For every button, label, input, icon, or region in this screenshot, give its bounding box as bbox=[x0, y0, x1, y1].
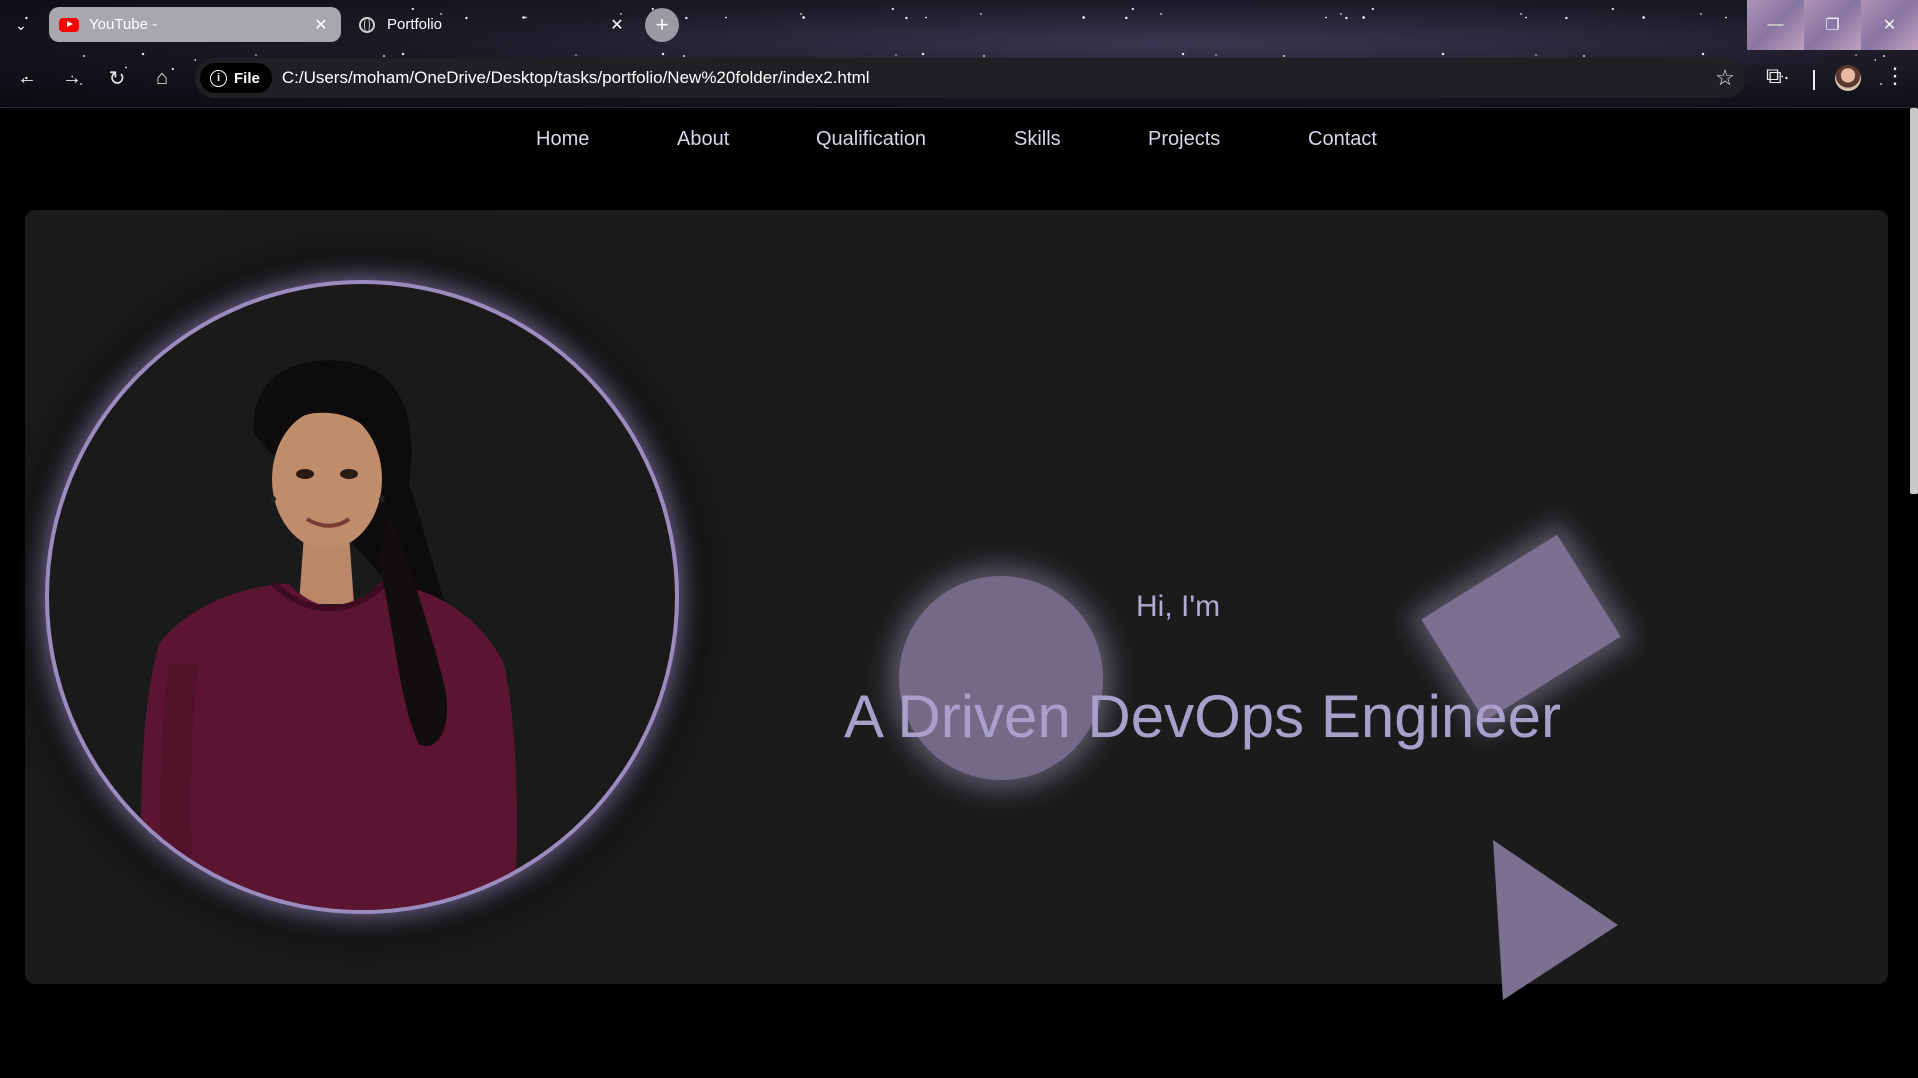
tab-search-button[interactable]: ⌄ bbox=[6, 10, 36, 40]
site-info-button[interactable]: i File bbox=[200, 63, 272, 93]
url-text[interactable]: C:/Users/moham/OneDrive/Desktop/tasks/po… bbox=[282, 68, 1705, 88]
reload-icon[interactable]: ↻ bbox=[100, 61, 134, 95]
window-controls: — ❐ ✕ bbox=[1747, 0, 1918, 50]
new-tab-button[interactable]: + bbox=[645, 8, 679, 42]
close-window-icon[interactable]: ✕ bbox=[1861, 0, 1918, 50]
toolbar-divider bbox=[1813, 70, 1815, 90]
profile-photo bbox=[49, 284, 675, 910]
page-scrollbar[interactable] bbox=[1910, 108, 1918, 494]
browser-chrome: ⌄ YouTube - ✕ Portfolio ✕ + — ❐ ✕ ← → ↻ … bbox=[0, 0, 1918, 108]
tab-label: YouTube - bbox=[89, 16, 158, 33]
tab-label: Portfolio bbox=[387, 16, 443, 33]
greeting-text: Hi, I'm bbox=[1136, 590, 1221, 623]
decorative-triangle bbox=[1493, 840, 1618, 1000]
portrait-illustration bbox=[141, 360, 517, 910]
nav-link-home[interactable]: Home bbox=[536, 128, 589, 151]
chevron-down-icon: ⌄ bbox=[15, 16, 27, 33]
forward-arrow-icon[interactable]: → bbox=[55, 61, 89, 95]
close-icon[interactable]: ✕ bbox=[607, 15, 627, 35]
hero-section: Hi, I'm A Driven DevOps Engineer bbox=[25, 210, 1888, 1000]
minimize-icon[interactable]: — bbox=[1747, 0, 1804, 50]
page-viewport: Home About Qualification Skills Projects… bbox=[0, 108, 1918, 1078]
globe-icon bbox=[359, 16, 375, 33]
nav-link-projects[interactable]: Projects bbox=[1148, 128, 1220, 151]
nav-link-about[interactable]: About bbox=[677, 128, 729, 151]
info-icon: i bbox=[210, 69, 227, 87]
back-arrow-icon[interactable]: ← bbox=[10, 61, 44, 95]
address-chip-label: File bbox=[234, 69, 260, 87]
browser-toolbar: ← → ↻ ⌂ i File C:/Users/moham/OneDrive/D… bbox=[0, 55, 1918, 102]
close-icon[interactable]: ✕ bbox=[311, 15, 331, 35]
bookmark-star-icon[interactable]: ☆ bbox=[1705, 65, 1745, 91]
youtube-icon bbox=[59, 17, 79, 32]
nav-link-contact[interactable]: Contact bbox=[1308, 128, 1377, 151]
home-icon[interactable]: ⌂ bbox=[145, 61, 179, 95]
extensions-icon[interactable]: ⧉ bbox=[1766, 63, 1782, 89]
restore-icon[interactable]: ❐ bbox=[1804, 0, 1861, 50]
nav-link-skills[interactable]: Skills bbox=[1014, 128, 1061, 151]
address-bar[interactable]: i File C:/Users/moham/OneDrive/Desktop/t… bbox=[195, 58, 1745, 98]
profile-avatar[interactable] bbox=[1835, 65, 1861, 91]
site-nav: Home About Qualification Skills Projects… bbox=[0, 128, 1918, 168]
hero-tagline: A Driven DevOps Engineer bbox=[844, 683, 1562, 750]
more-menu-icon[interactable]: ⋮ bbox=[1884, 63, 1906, 89]
nav-link-qualification[interactable]: Qualification bbox=[816, 128, 926, 151]
tab-portfolio[interactable]: Portfolio ✕ bbox=[349, 7, 637, 42]
tab-youtube[interactable]: YouTube - ✕ bbox=[49, 7, 341, 42]
